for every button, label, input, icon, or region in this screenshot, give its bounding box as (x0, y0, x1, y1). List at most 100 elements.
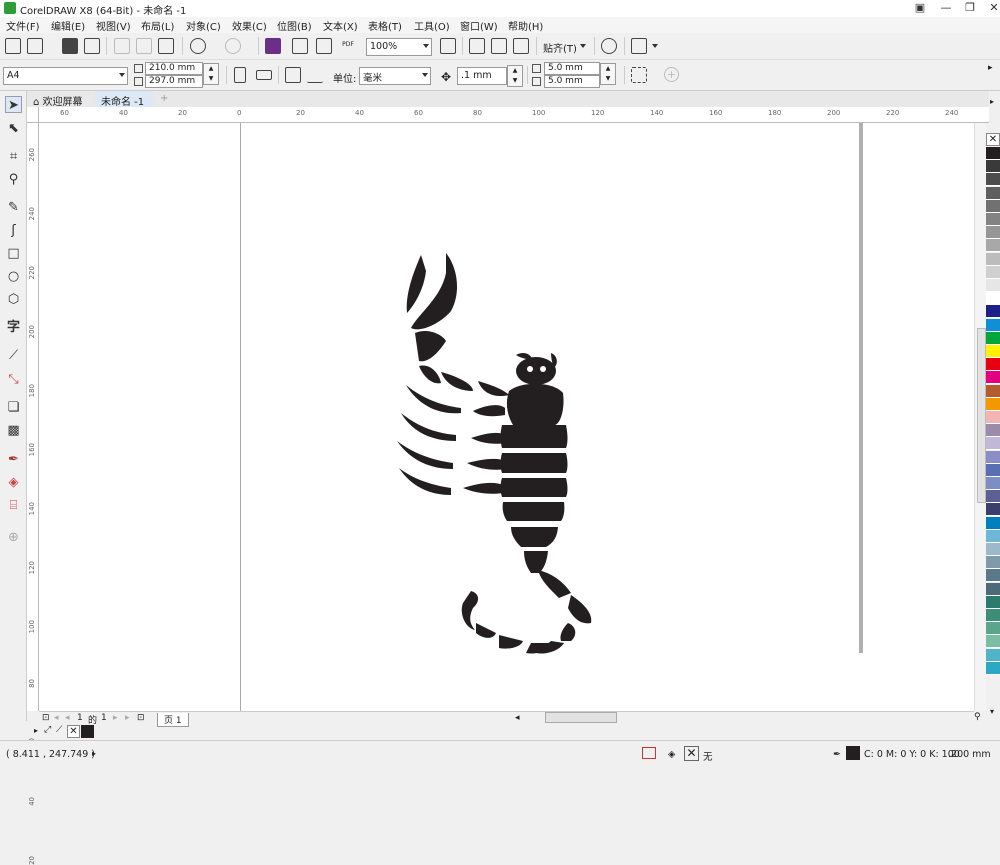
zoom-level-field[interactable]: 100% (366, 38, 432, 56)
full-screen-icon[interactable] (440, 38, 456, 54)
palette-swatch[interactable] (986, 635, 1000, 649)
tab-document[interactable]: 未命名 -1 (95, 91, 153, 108)
new-tab-icon[interactable]: + (154, 91, 170, 107)
palette-swatch[interactable] (986, 556, 1000, 570)
color-management-icon[interactable] (642, 747, 656, 759)
palette-swatch[interactable] (986, 516, 1000, 530)
undo-icon[interactable] (190, 38, 206, 54)
chevron-down-icon[interactable] (580, 44, 586, 48)
freehand-tool-icon[interactable]: ✎ (5, 199, 22, 216)
palette-swatch[interactable] (986, 450, 1000, 464)
smart-fill-tool-icon[interactable]: ⌸ (5, 497, 22, 514)
print-icon[interactable] (84, 38, 100, 54)
shape-tool-icon[interactable]: ⬉ (5, 120, 22, 137)
menu-help[interactable]: 帮助(H) (508, 18, 543, 33)
current-page-icon[interactable] (307, 67, 323, 83)
palette-swatch[interactable] (986, 331, 1000, 345)
menu-view[interactable]: 视图(V) (96, 18, 131, 33)
connector-tool-icon[interactable]: ⤡ (5, 371, 22, 388)
palette-swatch[interactable] (986, 437, 1000, 451)
scroll-right-icon[interactable]: ▸ (988, 63, 993, 73)
ellipse-tool-icon[interactable]: ○ (5, 268, 22, 285)
redo-icon[interactable] (225, 38, 241, 54)
palette-swatch[interactable] (986, 543, 1000, 556)
menu-tools[interactable]: 工具(O) (414, 18, 450, 33)
landscape-icon[interactable] (256, 70, 272, 80)
interactive-fill-tool-icon[interactable]: ◈ (5, 474, 22, 491)
page-tab-1[interactable]: 页 1 (157, 713, 189, 727)
palette-swatch[interactable] (986, 226, 1000, 240)
units-select[interactable]: 毫米 (359, 67, 431, 85)
grid-icon[interactable] (491, 38, 507, 54)
page-frame-icon[interactable] (631, 67, 647, 83)
chevron-down-icon[interactable] (652, 44, 658, 48)
palette-swatch[interactable] (986, 147, 1000, 160)
palette-swatch[interactable] (986, 292, 1000, 306)
status-expand-icon[interactable]: ▸ (92, 749, 96, 758)
add-icon[interactable]: + (664, 67, 679, 82)
search-content-icon[interactable] (265, 38, 281, 54)
palette-scroll-up-icon[interactable]: ▸ (990, 97, 994, 106)
palette-swatch[interactable] (986, 160, 1000, 174)
palette-swatch[interactable] (986, 490, 1000, 504)
tab-welcome[interactable]: ⌂ 欢迎屏幕 (27, 91, 95, 108)
transparency-tool-icon[interactable]: ▩ (5, 422, 22, 439)
eyedropper-icon[interactable]: ⟋ (56, 725, 62, 735)
vertical-scrollbar[interactable] (974, 123, 986, 711)
ruler-origin[interactable] (27, 107, 39, 123)
portrait-icon[interactable] (234, 67, 246, 83)
doc-black-swatch[interactable] (81, 725, 94, 738)
close-button[interactable]: ✕ (980, 0, 1000, 17)
palette-swatch[interactable] (986, 265, 1000, 279)
export-icon[interactable] (316, 38, 332, 54)
scroll-left-icon[interactable]: ◂ (515, 713, 520, 723)
zoom-navigator-icon[interactable]: ⚲ (974, 712, 981, 722)
menu-edit[interactable]: 编辑(E) (51, 18, 85, 33)
palette-arrow-icon[interactable]: ▸ (34, 726, 38, 735)
artistic-media-tool-icon[interactable]: ʃ (5, 222, 22, 239)
vertical-ruler[interactable]: 26024022020018016014012010080604020 (27, 123, 39, 865)
palette-swatch[interactable] (986, 213, 1000, 226)
next-page-icon[interactable]: ▸ (113, 713, 118, 723)
no-color-swatch[interactable]: ✕ (986, 133, 1000, 146)
palette-swatch[interactable] (986, 411, 1000, 424)
palette-swatch[interactable] (986, 345, 1000, 358)
doc-no-color-swatch[interactable]: ✕ (67, 725, 80, 738)
rectangle-tool-icon[interactable]: □ (5, 245, 22, 262)
all-pages-icon[interactable] (285, 67, 301, 83)
palette-swatch[interactable] (986, 173, 1000, 187)
palette-swatch[interactable] (986, 648, 1000, 662)
menu-text[interactable]: 文本(X) (323, 18, 358, 33)
guidelines-icon[interactable] (513, 38, 529, 54)
palette-swatch[interactable] (986, 186, 1000, 200)
import-icon[interactable] (292, 38, 308, 54)
cut-icon[interactable] (114, 38, 130, 54)
palette-swatch[interactable] (986, 503, 1000, 517)
polygon-tool-icon[interactable]: ⬡ (5, 291, 22, 308)
palette-swatch[interactable] (986, 279, 1000, 292)
menu-file[interactable]: 文件(F) (6, 18, 40, 33)
palette-swatch[interactable] (986, 358, 1000, 372)
palette-swatch[interactable] (986, 661, 1000, 675)
palette-swatch[interactable] (986, 305, 1000, 319)
page-width-input[interactable]: 210.0 mm (145, 62, 203, 75)
palette-swatch[interactable] (986, 239, 1000, 253)
menu-layout[interactable]: 布局(L) (141, 18, 174, 33)
last-page-icon[interactable]: ▸ (125, 713, 130, 723)
parallel-dimension-tool-icon[interactable]: ⟋ (5, 347, 22, 364)
menu-table[interactable]: 表格(T) (368, 18, 402, 33)
add-tool-icon[interactable]: ⊕ (5, 529, 22, 546)
snap-to-dropdown[interactable]: 贴齐(T) (543, 40, 577, 55)
page-size-select[interactable]: A4 (3, 67, 128, 85)
drawing-workspace[interactable] (39, 123, 974, 711)
rulers-icon[interactable] (469, 38, 485, 54)
vertical-scroll-thumb[interactable] (977, 328, 986, 503)
open-folder-icon[interactable] (27, 38, 43, 54)
pick-tool-icon[interactable]: ➤ (5, 96, 22, 113)
palette-scroll-down-icon[interactable]: ▾ (990, 707, 994, 716)
horizontal-scroll-thumb[interactable] (545, 712, 617, 723)
copy-icon[interactable] (136, 38, 152, 54)
palette-swatch[interactable] (986, 199, 1000, 213)
dimension-spinner[interactable]: ▲ ▼ (203, 63, 219, 85)
prev-icon[interactable]: ◂ (65, 713, 70, 723)
